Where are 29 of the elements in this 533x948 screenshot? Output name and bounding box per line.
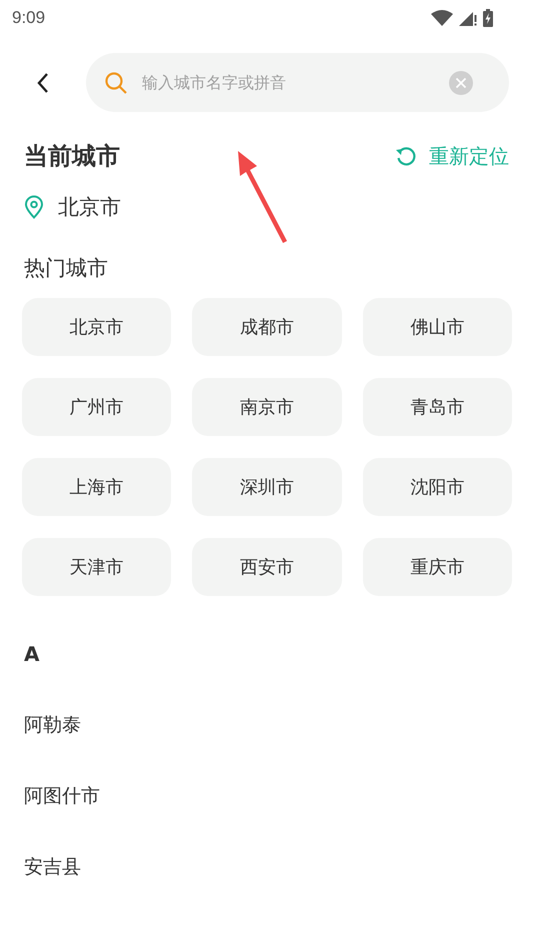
city-button[interactable]: 佛山市	[362, 298, 512, 356]
city-list-item[interactable]: 阿图什市	[0, 781, 533, 811]
location-pin-icon	[24, 195, 44, 219]
city-list-item[interactable]: 阿勒泰	[0, 710, 533, 740]
city-button[interactable]: 深圳市	[192, 458, 342, 516]
city-button[interactable]: 西安市	[192, 538, 342, 596]
current-city[interactable]: 北京市	[58, 193, 121, 221]
search-input[interactable]: 输入城市名字或拼音	[140, 72, 437, 93]
city-button[interactable]: 南京市	[192, 378, 342, 436]
signal-icon	[459, 10, 477, 26]
index-letter: A	[23, 641, 40, 668]
city-list-item[interactable]: 安吉县	[0, 852, 533, 882]
city-button[interactable]: 天津市	[22, 538, 172, 596]
section-title: 当前城市	[24, 141, 120, 172]
wifi-icon	[431, 10, 453, 26]
city-button[interactable]: 青岛市	[362, 378, 512, 436]
city-button[interactable]: 广州市	[22, 378, 172, 436]
refresh-icon	[395, 145, 417, 167]
back-icon	[36, 72, 50, 94]
section-title: 热门城市	[23, 255, 109, 282]
city-button[interactable]: 成都市	[192, 298, 342, 356]
city-button[interactable]: 上海市	[22, 458, 172, 516]
status-time: 9:09	[12, 8, 46, 28]
city-button[interactable]: 沈阳市	[362, 458, 512, 516]
battery-icon	[483, 9, 493, 27]
city-button[interactable]: 北京市	[22, 298, 172, 356]
search-icon	[104, 70, 128, 94]
clear-icon[interactable]	[449, 70, 473, 94]
city-button[interactable]: 重庆市	[362, 538, 512, 596]
